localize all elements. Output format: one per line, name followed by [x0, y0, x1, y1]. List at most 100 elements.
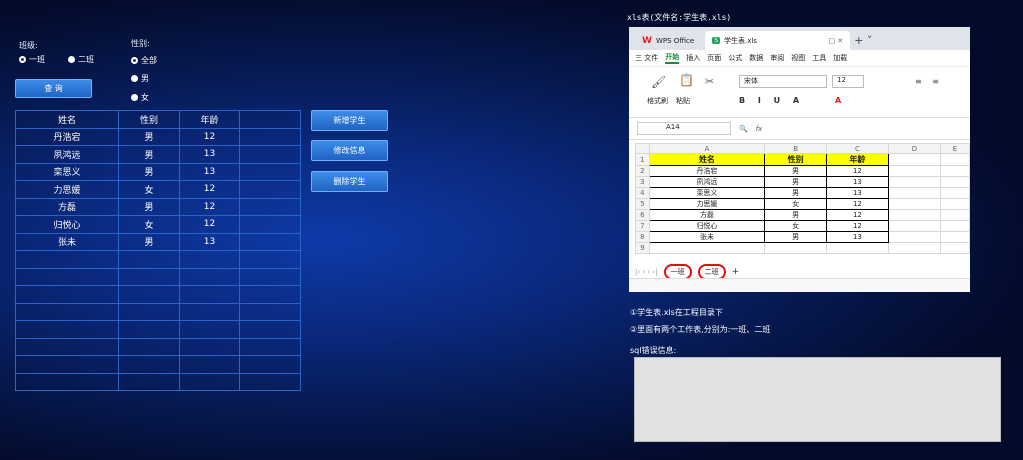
table-row[interactable]: 方磊男 12: [15, 197, 301, 216]
sheet-cell: [826, 242, 889, 254]
sheet-cell: 12: [826, 198, 889, 210]
radio-class-1[interactable]: 一班: [19, 54, 45, 65]
table-cell: [239, 250, 301, 269]
radio-selected-icon: [19, 56, 26, 63]
table-cell: [239, 320, 301, 339]
sheet-cell: 13: [826, 176, 889, 188]
sheet-cell: 男: [764, 176, 828, 188]
add-student-button[interactable]: 新增学生: [311, 110, 388, 131]
zoom-icon: 🔍: [739, 124, 748, 133]
table-row[interactable]: [15, 285, 301, 304]
sheet-row: 3 夙鸿远男 13: [635, 176, 970, 188]
column-header: A: [648, 143, 766, 154]
sheet-cell: 12: [826, 209, 889, 221]
file-tab: S 学生表.xls □ ✕: [705, 31, 851, 50]
sheet-cell: 张未: [648, 231, 766, 243]
app-window: { "form":{"class_label":"班级:","gender_la…: [0, 0, 1023, 460]
radio-label: 全部: [141, 56, 157, 65]
sheet-cell: 夙鸿远: [648, 176, 766, 188]
table-cell: [118, 302, 180, 321]
sheet-cell: 力思媛: [648, 198, 766, 210]
menu-item: 审阅: [770, 54, 785, 62]
table-cell: 夙鸿远: [15, 145, 119, 164]
table-row[interactable]: [15, 267, 301, 286]
align-icons: ≡ ≡: [915, 77, 943, 86]
table-cell: [179, 337, 240, 356]
menu-bar: 三 文件 开始 插入 页面 公式 数据 审阅 视图 工具 加载: [629, 50, 970, 67]
sheet-cell: 男: [764, 165, 828, 177]
table-cell: [179, 372, 240, 391]
row-header: 4: [635, 187, 650, 199]
table-row[interactable]: [15, 372, 301, 391]
table-cell: 方磊: [15, 197, 119, 216]
radio-class-2[interactable]: 二班: [68, 54, 94, 65]
table-cell: [239, 215, 301, 234]
table-row[interactable]: 归悦心女 12: [15, 215, 301, 234]
paste-label: 粘贴: [676, 97, 690, 105]
table-row[interactable]: [15, 320, 301, 339]
sheet-cell: 13: [826, 231, 889, 243]
sheet-cell: [764, 242, 828, 254]
font-size-select: 12: [832, 75, 864, 88]
table-row[interactable]: 栾思义男 13: [15, 162, 301, 181]
column-header-row: ABCDE: [635, 143, 970, 154]
radio-gender-all[interactable]: 全部: [131, 55, 157, 66]
sql-error-label: sql错误信息:: [630, 346, 677, 355]
radio-gender-male[interactable]: 男: [131, 73, 149, 84]
radio-label: 二班: [78, 55, 94, 64]
menu-item: 开始: [665, 52, 680, 64]
wps-home-tab: W WPS Office: [635, 31, 701, 50]
sheet-cell: 姓名: [648, 153, 766, 166]
table-cell: 男: [118, 127, 180, 146]
sheet-cell: [939, 231, 970, 243]
query-button[interactable]: 查 询: [15, 79, 92, 98]
sheet-grid: A B C D E 1 姓名 性别 年龄 2 丹浩宕男 12 3 夙鸿远男 13 4 栾思义男 13 5 力思媛女 12…: [629, 140, 970, 254]
sheet-cell: [887, 209, 941, 221]
row-header: 8: [635, 231, 650, 243]
sheet-file-icon: S: [712, 37, 720, 44]
sheet-cell: 性别: [764, 153, 828, 166]
menu-item: 插入: [686, 54, 701, 62]
delete-student-button[interactable]: 删除学生: [311, 171, 388, 192]
table-cell: [15, 250, 119, 269]
new-tab-icon: + ˅: [854, 34, 873, 47]
table-cell: [239, 285, 301, 304]
menu-item: 视图: [791, 54, 806, 62]
table-cell: [118, 267, 180, 286]
table-cell: [239, 232, 301, 251]
menu-item: 公式: [728, 54, 743, 62]
formula-bar: A14 🔍 fx: [629, 118, 970, 140]
edit-student-button[interactable]: 修改信息: [311, 140, 388, 161]
table-cell: [239, 180, 301, 199]
table-row[interactable]: 丹浩宕男 12: [15, 127, 301, 146]
wps-tab-label: WPS Office: [655, 36, 695, 45]
row-header: 1: [635, 153, 650, 166]
corner-cell: [635, 143, 650, 154]
radio-gender-female[interactable]: 女: [131, 92, 149, 103]
col-header-gender: 性别: [118, 110, 180, 129]
table-row[interactable]: 张未男 13: [15, 232, 301, 251]
sheet-cell: [887, 220, 941, 232]
table-cell: 男: [118, 162, 180, 181]
brush-icon: 🖌: [651, 75, 667, 89]
sql-error-textarea[interactable]: [634, 357, 1001, 442]
table-row[interactable]: [15, 302, 301, 321]
table-cell: [118, 337, 180, 356]
table-row[interactable]: 夙鸿远男 13: [15, 145, 301, 164]
table-row[interactable]: [15, 355, 301, 374]
table-cell: 12: [179, 197, 240, 216]
table-row[interactable]: [15, 337, 301, 356]
sheet-row: 5 力思媛女 12: [635, 198, 970, 210]
table-cell: 13: [179, 145, 240, 164]
table-row[interactable]: 力思媛女 12: [15, 180, 301, 199]
table-cell: [118, 372, 180, 391]
sheet-cell: 男: [764, 187, 828, 199]
table-cell: 女: [118, 215, 180, 234]
sheet-cell: 12: [826, 220, 889, 232]
table-row[interactable]: [15, 250, 301, 269]
status-bar: [629, 278, 970, 292]
sheet-cell: [939, 176, 970, 188]
table-cell: 13: [179, 162, 240, 181]
row-header: 9: [635, 242, 650, 254]
table-cell: [179, 250, 240, 269]
